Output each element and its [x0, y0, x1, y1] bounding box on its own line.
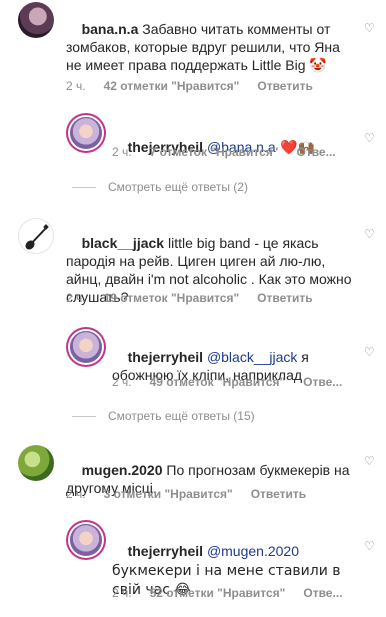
likes-count[interactable]: 49 отметок "Нравится"	[150, 375, 286, 389]
heart-outline-icon[interactable]: ♡	[364, 455, 376, 467]
username[interactable]: thejerryheil	[128, 349, 203, 365]
reply-button[interactable]: Ответить	[251, 487, 306, 501]
likes-count[interactable]: 7 отметок "Нравится"	[150, 145, 279, 159]
divider	[72, 416, 96, 418]
timestamp: 2 ч.	[66, 487, 86, 501]
avatar[interactable]	[70, 524, 102, 556]
likes-count[interactable]: 19 отметок "Нравится"	[104, 291, 240, 305]
reply-button[interactable]: Отве...	[297, 145, 336, 159]
avatar[interactable]	[18, 445, 54, 481]
timestamp: 2 ч.	[66, 291, 86, 305]
timestamp: 2 ч.	[112, 145, 132, 159]
username[interactable]: mugen.2020	[82, 462, 163, 478]
comment-meta: 2 ч. 3 отметки "Нравится" Ответить	[66, 487, 324, 501]
more-replies-label[interactable]: Смотреть ещё ответы (15)	[108, 409, 255, 423]
timestamp: 2 ч.	[66, 79, 86, 93]
heart-outline-icon[interactable]: ♡	[364, 132, 376, 144]
divider	[72, 187, 96, 189]
view-more-replies[interactable]: Смотреть ещё ответы (2)	[72, 180, 248, 194]
heart-outline-icon[interactable]: ♡	[364, 346, 376, 358]
avatar[interactable]	[70, 331, 102, 363]
username[interactable]: bana.n.a	[82, 21, 139, 37]
comment-meta: 2 ч. 7 отметок "Нравится" Отве...	[112, 145, 354, 159]
reply-button[interactable]: Отве...	[303, 375, 342, 389]
avatar[interactable]	[18, 2, 54, 38]
comment-text: mugen.2020 По прогнозам букмекерів на др…	[66, 443, 356, 515]
avatar[interactable]	[70, 117, 102, 149]
comment-text: black__jjack little big band - це якась …	[66, 216, 358, 324]
comment-text: thejerryheil @mugen.2020 букмекери і на …	[112, 524, 352, 617]
likes-count[interactable]: 3 отметки "Нравится"	[104, 487, 233, 501]
heart-outline-icon[interactable]: ♡	[364, 228, 376, 240]
comment-meta: 2 ч. 19 отметок "Нравится" Ответить	[66, 291, 331, 305]
reply-button[interactable]: Отве...	[303, 586, 342, 600]
username[interactable]: thejerryheil	[128, 543, 203, 559]
guitar-icon[interactable]	[18, 218, 54, 254]
heart-outline-icon[interactable]: ♡	[364, 22, 376, 34]
more-replies-label[interactable]: Смотреть ещё ответы (2)	[108, 180, 248, 194]
mention-link[interactable]: @black__jjack	[207, 349, 297, 365]
mention-link[interactable]: @mugen.2020	[207, 543, 299, 559]
reply-button[interactable]: Ответить	[257, 291, 312, 305]
heart-outline-icon[interactable]: ♡	[364, 540, 376, 552]
timestamp: 2 ч.	[112, 375, 132, 389]
comment-meta: 2 ч. 52 отметки "Нравится" Отве...	[112, 586, 360, 600]
comment-text: thejerryheil @black__jjack я обожнюю їх …	[112, 330, 332, 402]
likes-count[interactable]: 52 отметки "Нравится"	[150, 586, 286, 600]
username[interactable]: black__jjack	[82, 235, 165, 251]
likes-count[interactable]: 42 отметки "Нравится"	[104, 79, 240, 93]
comment-meta: 2 ч. 42 отметки "Нравится" Ответить	[66, 79, 331, 93]
timestamp: 2 ч.	[112, 586, 132, 600]
comment-meta: 2 ч. 49 отметок "Нравится" Отве...	[112, 375, 360, 389]
view-more-replies[interactable]: Смотреть ещё ответы (15)	[72, 409, 255, 423]
reply-button[interactable]: Ответить	[257, 79, 312, 93]
